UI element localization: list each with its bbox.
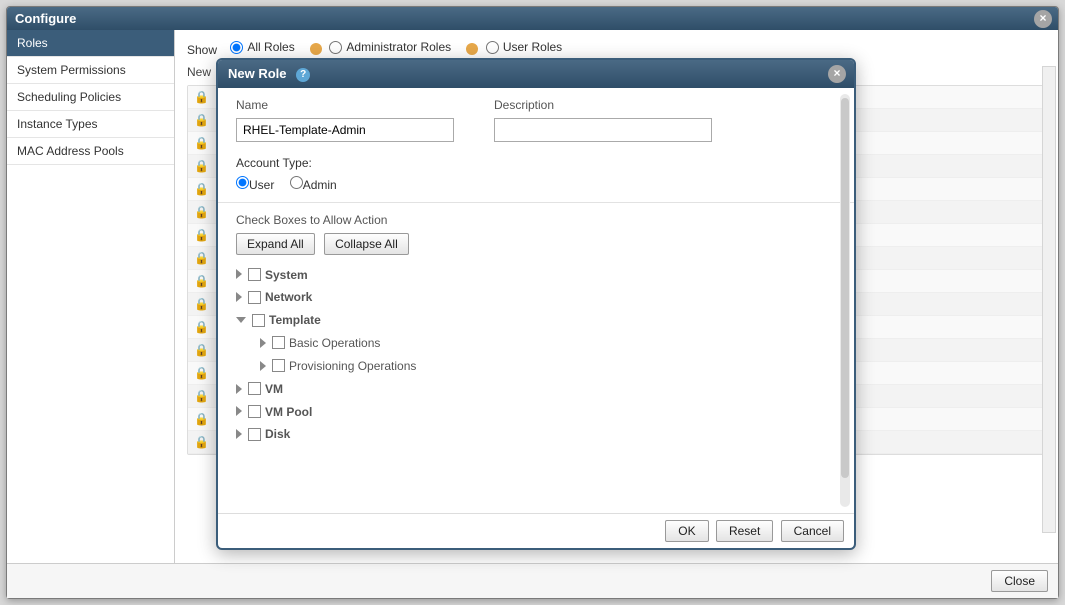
tree-node-label: Template (269, 313, 321, 327)
tree-node[interactable]: Disk (236, 426, 836, 441)
description-input[interactable] (494, 118, 712, 142)
close-icon[interactable]: × (1034, 10, 1052, 28)
chevron-right-icon[interactable] (236, 406, 242, 416)
chevron-down-icon[interactable] (236, 317, 246, 323)
lock-icon: 🔒 (194, 136, 208, 150)
close-icon[interactable]: × (828, 65, 846, 83)
name-input[interactable] (236, 118, 454, 142)
sidebar-item-mac-address-pools[interactable]: MAC Address Pools (7, 138, 174, 165)
new-role-titlebar: New Role ? × (218, 60, 854, 88)
lock-icon: 🔒 (194, 343, 208, 357)
user-icon (466, 43, 478, 55)
checkbox[interactable] (272, 359, 285, 372)
account-admin-radio[interactable] (290, 176, 303, 189)
lock-icon: 🔒 (194, 435, 208, 449)
chevron-right-icon[interactable] (236, 269, 242, 279)
expand-all-button[interactable]: Expand All (236, 233, 315, 255)
lock-icon: 🔒 (194, 297, 208, 311)
name-label: Name (236, 98, 454, 112)
permission-tree: System Network Template Basic Operations Pro… (236, 267, 836, 442)
help-icon[interactable]: ? (296, 68, 310, 82)
checkbox[interactable] (248, 382, 261, 395)
tree-child-node[interactable]: Provisioning Operations (260, 358, 836, 373)
chevron-right-icon[interactable] (260, 361, 266, 371)
lock-icon: 🔒 (194, 90, 208, 104)
tree-node[interactable]: VM (236, 381, 836, 396)
cancel-button[interactable]: Cancel (781, 520, 844, 542)
close-button[interactable]: Close (991, 570, 1048, 592)
lock-icon: 🔒 (194, 251, 208, 265)
chevron-right-icon[interactable] (260, 338, 266, 348)
tree-node-label: Network (265, 290, 312, 304)
collapse-all-button[interactable]: Collapse All (324, 233, 409, 255)
lock-icon: 🔒 (194, 274, 208, 288)
lock-icon: 🔒 (194, 182, 208, 196)
tree-node[interactable]: System (236, 267, 836, 282)
ok-button[interactable]: OK (665, 520, 708, 542)
checkbox[interactable] (248, 428, 261, 441)
checkboxes-header: Check Boxes to Allow Action (236, 213, 836, 227)
lock-icon: 🔒 (194, 205, 208, 219)
scrollbar-thumb[interactable] (841, 98, 849, 478)
configure-title: Configure (15, 11, 76, 26)
chevron-right-icon[interactable] (236, 384, 242, 394)
tree-node-label: VM Pool (265, 404, 312, 418)
sidebar-item-instance-types[interactable]: Instance Types (7, 111, 174, 138)
scrollbar[interactable] (840, 94, 850, 507)
reset-button[interactable]: Reset (716, 520, 773, 542)
tree-node[interactable]: Template (236, 312, 836, 327)
tree-node-label: Provisioning Operations (289, 359, 416, 373)
checkbox[interactable] (252, 314, 265, 327)
tree-node-label: VM (265, 382, 283, 396)
chevron-right-icon[interactable] (236, 429, 242, 439)
account-type-label: Account Type: (236, 156, 836, 170)
tree-child-node[interactable]: Basic Operations (260, 335, 836, 350)
sidebar: Roles System Permissions Scheduling Poli… (7, 30, 175, 563)
lock-icon: 🔒 (194, 320, 208, 334)
tree-node-label: System (265, 267, 308, 281)
checkbox[interactable] (248, 405, 261, 418)
tree-node[interactable]: VM Pool (236, 404, 836, 419)
lock-icon: 🔒 (194, 366, 208, 380)
tree-node-label: Disk (265, 427, 290, 441)
checkbox[interactable] (272, 336, 285, 349)
lock-icon: 🔒 (194, 228, 208, 242)
lock-icon: 🔒 (194, 113, 208, 127)
filter-user-radio[interactable] (486, 41, 499, 54)
lock-icon: 🔒 (194, 159, 208, 173)
account-user-radio[interactable] (236, 176, 249, 189)
description-label: Description (494, 98, 712, 112)
new-role-title: New Role (228, 66, 287, 81)
new-role-dialog: New Role ? × Name Description Account Ty… (216, 58, 856, 550)
tree-node[interactable]: Network (236, 289, 836, 304)
tree-node-label: Basic Operations (289, 336, 380, 350)
new-label: New (187, 65, 211, 79)
checkbox[interactable] (248, 268, 261, 281)
admin-icon (310, 43, 322, 55)
chevron-right-icon[interactable] (236, 292, 242, 302)
filter-all-radio[interactable] (230, 41, 243, 54)
checkbox[interactable] (248, 291, 261, 304)
filter-admin-radio[interactable] (329, 41, 342, 54)
show-label: Show (187, 43, 217, 57)
sidebar-item-roles[interactable]: Roles (7, 30, 174, 57)
sidebar-item-system-permissions[interactable]: System Permissions (7, 57, 174, 84)
sidebar-item-scheduling-policies[interactable]: Scheduling Policies (7, 84, 174, 111)
scrollbar[interactable] (1042, 66, 1056, 533)
configure-titlebar: Configure × (7, 7, 1058, 30)
lock-icon: 🔒 (194, 389, 208, 403)
lock-icon: 🔒 (194, 412, 208, 426)
